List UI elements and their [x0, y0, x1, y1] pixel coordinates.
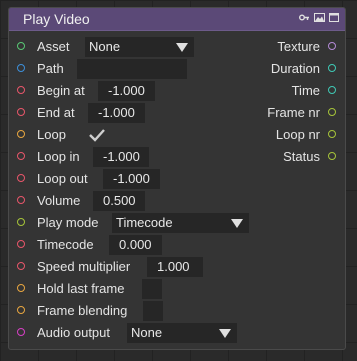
row-hold-last-frame: Hold last frame [9, 279, 345, 299]
path-input-port[interactable] [17, 64, 25, 72]
texture-output-port[interactable] [328, 42, 336, 50]
begin-at-input-port[interactable] [17, 86, 25, 94]
loop-input-port[interactable] [17, 130, 25, 138]
row-play-mode: Play mode Timecode [9, 213, 345, 233]
row-loop-in: Loop in -1.000 Status [9, 147, 345, 167]
audio-output-select-value: None [131, 325, 163, 340]
hold-last-frame-input-port[interactable] [17, 284, 25, 292]
row-asset: Asset None Texture [9, 37, 345, 57]
node-titlebar[interactable]: Play Video [9, 8, 345, 31]
time-output-port[interactable] [328, 86, 336, 94]
loop-out-field[interactable]: -1.000 [103, 169, 160, 189]
frame-blending-label: Frame blending [37, 303, 128, 318]
loop-in-label: Loop in [37, 149, 80, 164]
frame-nr-label: Frame nr [267, 105, 320, 120]
status-label: Status [283, 149, 320, 164]
frame-nr-output-port[interactable] [328, 108, 336, 116]
node-title: Play Video [23, 11, 90, 27]
audio-output-label: Audio output [37, 325, 111, 340]
chevron-down-icon [176, 43, 188, 52]
loop-nr-label: Loop nr [275, 127, 320, 142]
play-video-node[interactable]: Play Video Asset None Texture Path Durat… [8, 7, 346, 350]
frame-blending-input-port[interactable] [17, 306, 25, 314]
loop-nr-output-port[interactable] [328, 130, 336, 138]
row-audio-output: Audio output None [9, 323, 345, 343]
volume-label: Volume [37, 193, 81, 208]
end-at-input-port[interactable] [17, 108, 25, 116]
duration-output-port[interactable] [328, 64, 336, 72]
row-end-at: End at -1.000 Frame nr [9, 103, 345, 123]
hold-last-frame-label: Hold last frame [37, 281, 125, 296]
time-label: Time [291, 83, 320, 98]
path-input[interactable] [77, 59, 187, 79]
begin-at-label: Begin at [37, 83, 85, 98]
key-icon[interactable] [299, 13, 310, 22]
speed-multiplier-input-port[interactable] [17, 262, 25, 270]
speed-multiplier-label: Speed multiplier [37, 259, 131, 274]
speed-multiplier-field[interactable]: 1.000 [147, 257, 203, 277]
row-loop: Loop Loop nr [9, 125, 345, 145]
chevron-down-icon [231, 219, 243, 228]
texture-label: Texture [277, 39, 320, 54]
row-begin-at: Begin at -1.000 Time [9, 81, 345, 101]
row-timecode: Timecode 0.000 [9, 235, 345, 255]
image-icon[interactable] [314, 13, 325, 22]
timecode-label: Timecode [37, 237, 94, 252]
asset-select[interactable]: None [85, 37, 194, 57]
hold-last-frame-checkbox[interactable] [142, 279, 162, 299]
play-mode-select[interactable]: Timecode [112, 213, 249, 233]
loop-in-field[interactable]: -1.000 [93, 147, 149, 167]
checkmark-icon [89, 129, 105, 142]
window-icon[interactable] [329, 13, 339, 22]
loop-out-input-port[interactable] [17, 174, 25, 182]
play-mode-select-value: Timecode [116, 215, 173, 230]
loop-checkbox[interactable] [88, 127, 106, 143]
play-mode-input-port[interactable] [17, 218, 25, 226]
loop-label: Loop [37, 127, 66, 142]
audio-output-select[interactable]: None [127, 323, 237, 343]
volume-field[interactable]: 0.500 [93, 191, 145, 211]
row-loop-out: Loop out -1.000 [9, 169, 345, 189]
path-label: Path [37, 61, 64, 76]
row-volume: Volume 0.500 [9, 191, 345, 211]
loop-out-label: Loop out [37, 171, 88, 186]
asset-select-value: None [89, 39, 121, 54]
end-at-label: End at [37, 105, 75, 120]
timecode-input-port[interactable] [17, 240, 25, 248]
asset-label: Asset [37, 39, 70, 54]
status-output-port[interactable] [328, 152, 336, 160]
timecode-field[interactable]: 0.000 [109, 235, 162, 255]
row-frame-blending: Frame blending [9, 301, 345, 321]
play-mode-label: Play mode [37, 215, 99, 230]
loop-in-input-port[interactable] [17, 152, 25, 160]
volume-input-port[interactable] [17, 196, 25, 204]
chevron-down-icon [219, 329, 231, 338]
row-path: Path Duration [9, 59, 345, 79]
asset-input-port[interactable] [17, 42, 25, 50]
row-speed-multiplier: Speed multiplier 1.000 [9, 257, 345, 277]
begin-at-field[interactable]: -1.000 [98, 81, 155, 101]
frame-blending-checkbox[interactable] [143, 301, 163, 321]
duration-label: Duration [270, 61, 320, 76]
end-at-field[interactable]: -1.000 [88, 103, 145, 123]
audio-output-input-port[interactable] [17, 328, 25, 336]
